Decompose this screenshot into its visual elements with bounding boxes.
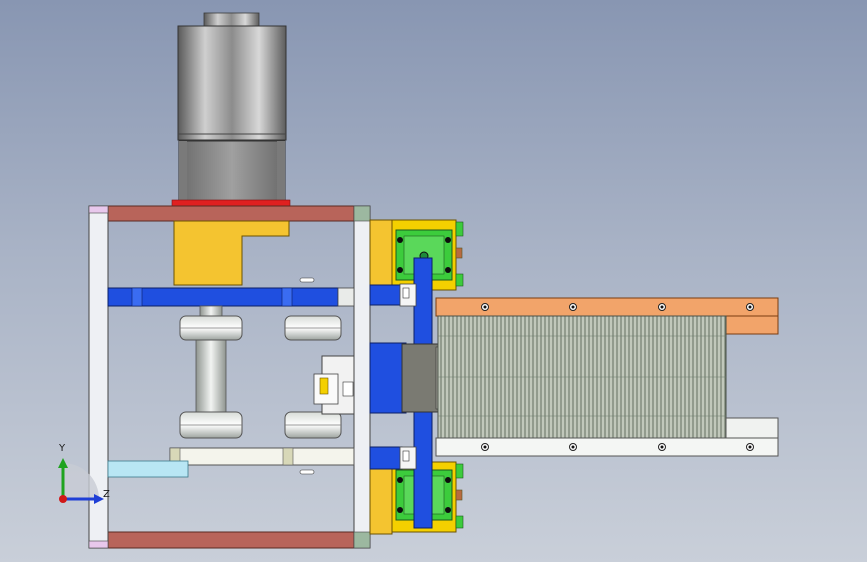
pulley-left-bottom[interactable] <box>179 411 243 439</box>
frame-right-post <box>353 205 371 549</box>
frame-bottom-beam <box>106 531 356 549</box>
motor-flange-red <box>171 199 291 207</box>
tensioner-block[interactable] <box>313 355 355 415</box>
cad-viewport[interactable]: Y Z <box>0 0 867 562</box>
motor-body <box>177 25 287 141</box>
assembly-drawing[interactable] <box>0 0 867 562</box>
pulley-right-bottom[interactable] <box>284 411 342 439</box>
frame-top-beam <box>106 205 356 222</box>
pulley-right-top[interactable] <box>284 315 342 341</box>
cyan-bar <box>107 460 189 478</box>
motor-bracket <box>173 220 290 286</box>
pulley-left-top[interactable] <box>179 315 243 341</box>
motor-shaft-cap <box>203 12 260 28</box>
motor[interactable] <box>171 12 291 207</box>
triad-y-label: Y <box>59 443 66 454</box>
lower-crossbar[interactable] <box>107 447 355 478</box>
lamination-stack[interactable] <box>437 315 727 439</box>
motor-gearbox <box>178 140 286 202</box>
triad-z-label: Z <box>103 489 110 500</box>
